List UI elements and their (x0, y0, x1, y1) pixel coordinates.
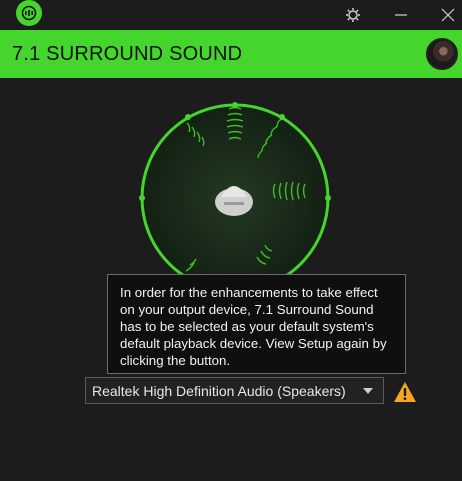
minimize-button[interactable] (378, 0, 424, 30)
razer-surround-logo-icon (16, 0, 42, 26)
user-avatar[interactable] (426, 38, 458, 70)
chevron-down-icon (363, 388, 373, 394)
settings-button[interactable] (330, 0, 376, 30)
output-device-select[interactable]: Realtek High Definition Audio (Speakers) (85, 377, 384, 404)
warning-icon[interactable] (393, 381, 417, 403)
title-bar (0, 0, 462, 30)
gear-icon (346, 8, 360, 22)
close-button[interactable] (425, 0, 462, 30)
selected-device-label: Realtek High Definition Audio (Speakers) (92, 382, 346, 399)
minimize-icon (395, 14, 407, 16)
page-title: 7.1 SURROUND SOUND (12, 43, 243, 65)
setup-tooltip: In order for the enhancements to take ef… (107, 274, 406, 374)
header-bar: 7.1 SURROUND SOUND (0, 30, 462, 78)
close-icon (441, 8, 455, 22)
